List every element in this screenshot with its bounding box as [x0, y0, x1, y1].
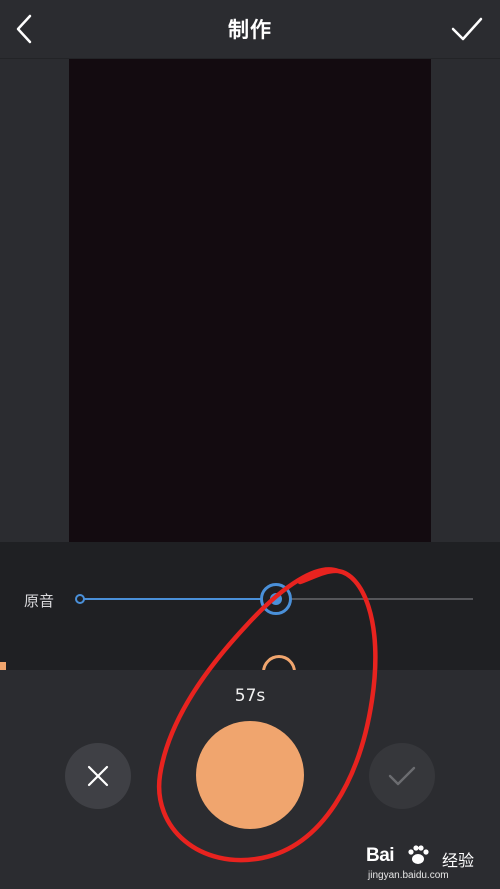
- volume-slider-thumb[interactable]: [260, 583, 292, 615]
- confirm-checkmark-icon[interactable]: [450, 14, 484, 44]
- cancel-button[interactable]: [65, 743, 131, 809]
- done-button[interactable]: [369, 743, 435, 809]
- original-audio-label: 原音: [24, 592, 55, 610]
- close-icon: [87, 765, 109, 787]
- volume-slider-fill[interactable]: [80, 598, 276, 600]
- audio-mixer-panel: 原音: [0, 542, 500, 697]
- volume-slider-track[interactable]: [276, 598, 473, 600]
- record-panel: 57s: [0, 670, 500, 889]
- record-button[interactable]: [196, 721, 304, 829]
- edge-marker: [0, 662, 6, 670]
- checkmark-icon: [388, 766, 416, 786]
- top-bar: 制作: [0, 0, 500, 59]
- volume-slider-start: [75, 594, 85, 604]
- preview-area: [0, 59, 500, 542]
- record-timer: 57s: [234, 686, 266, 706]
- video-preview[interactable]: [69, 59, 431, 542]
- page-title: 制作: [228, 18, 272, 42]
